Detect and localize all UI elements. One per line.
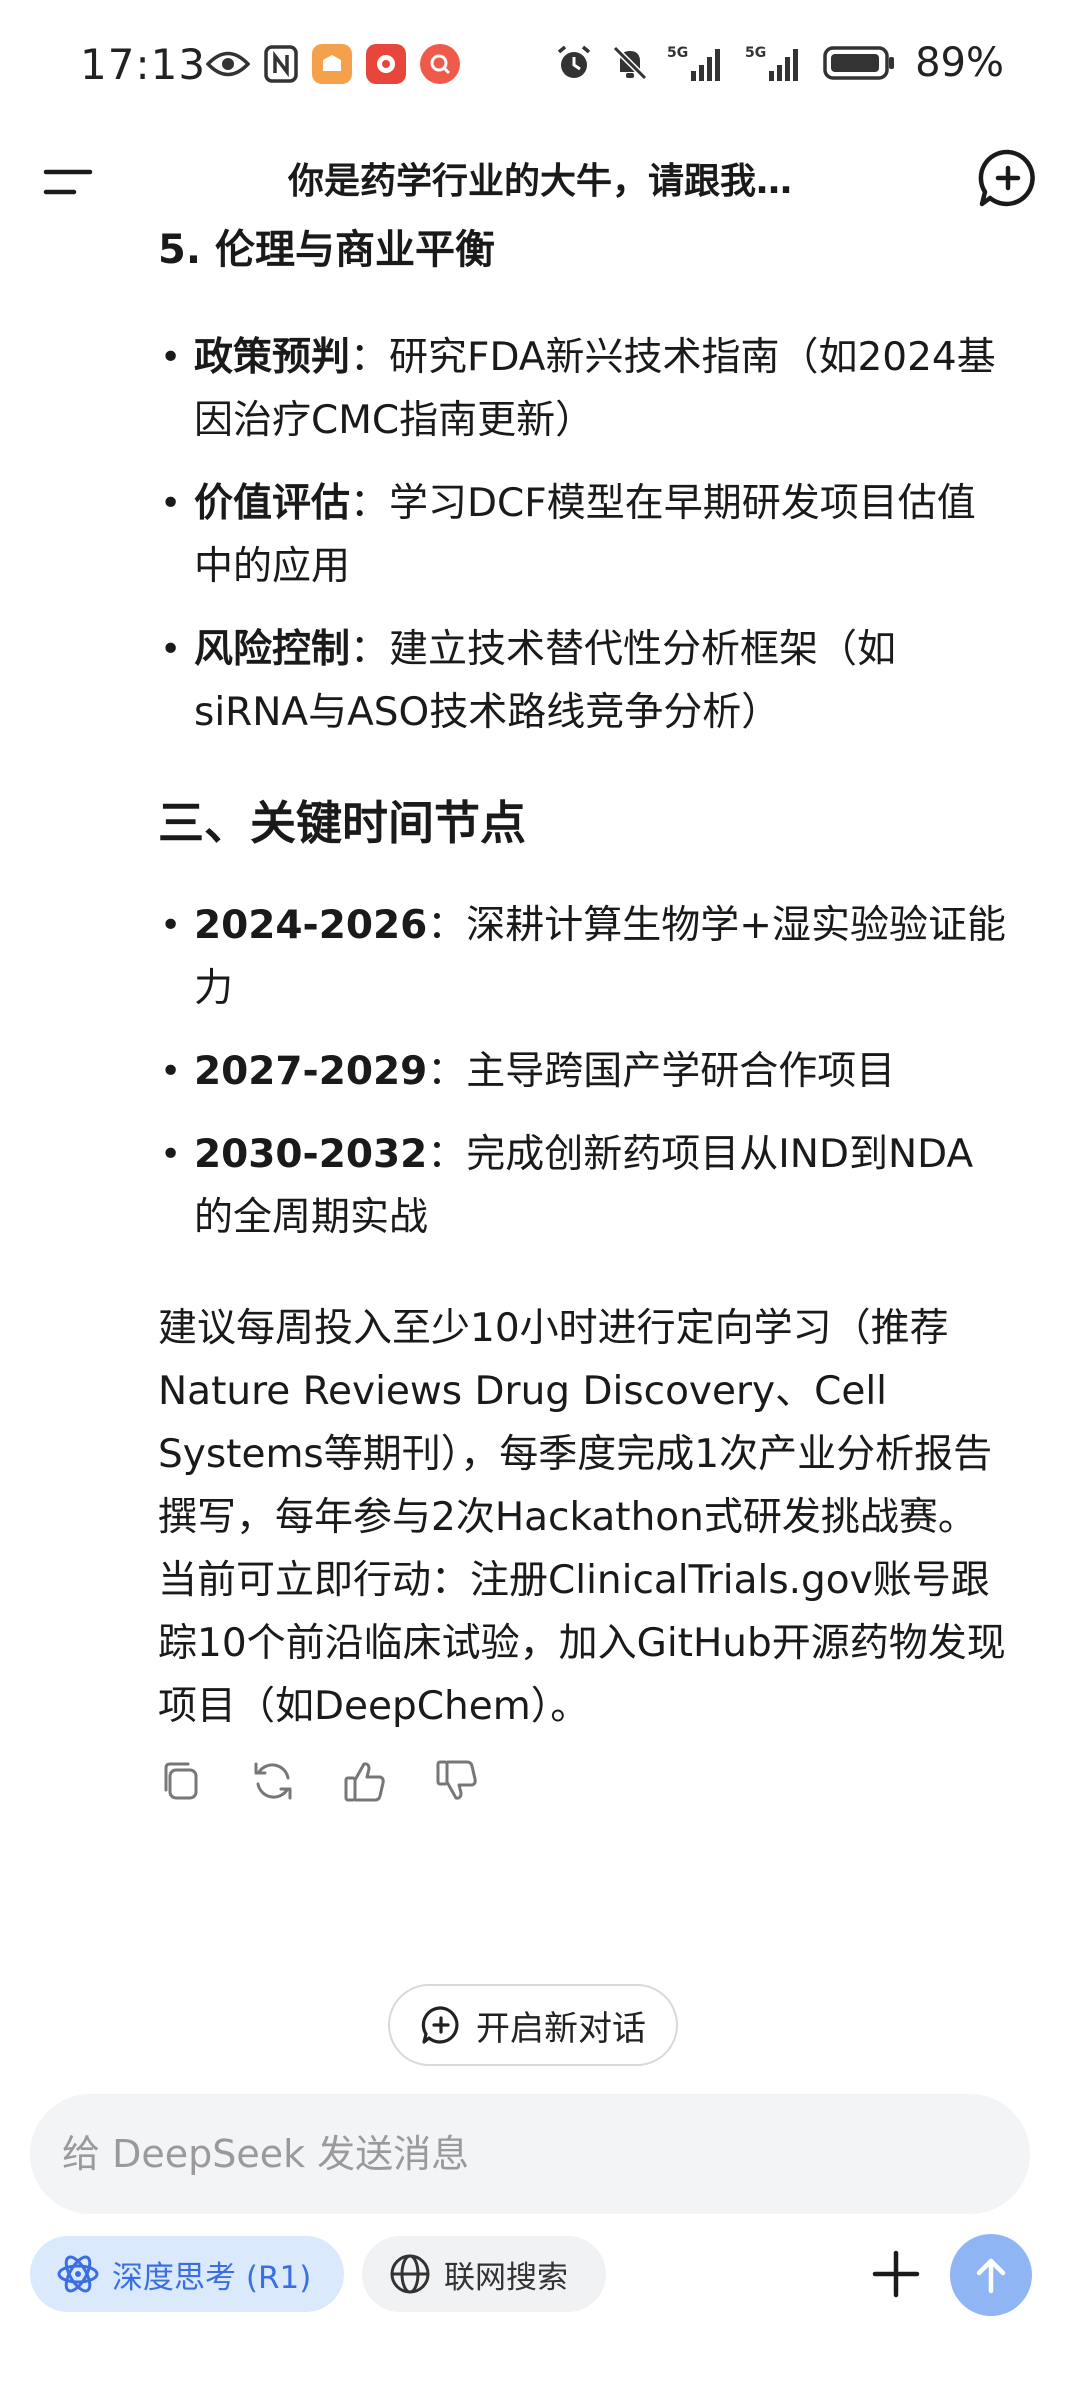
item-separator: ： [350,627,390,672]
atom-icon [57,2255,99,2293]
svg-text:5G: 5G [745,45,766,61]
closing-paragraph: 建议每周投入至少10小时进行定向学习（推荐Nature Reviews Drug… [158,1306,1006,1729]
battery-percentage: 89% [915,40,1004,86]
status-icons-right: 5G 5G 89% [555,40,1004,86]
item-separator: ： [427,903,467,948]
svg-text:5G: 5G [667,45,688,61]
new-chat-icon[interactable] [976,146,1040,210]
attach-button[interactable] [858,2236,934,2312]
eye-icon [206,51,250,77]
item-label: 价值评估 [194,481,351,526]
status-time: 17:13 [80,40,207,89]
item-label: 政策预判 [194,335,351,380]
list-item: 价值评估：学习DCF模型在早期研发项目估值中的应用 [158,472,1008,598]
item-text: 主导跨国产学研合作项目 [466,1049,896,1094]
alarm-icon [557,45,591,78]
nfc-icon [264,45,298,83]
chat-title: 你是药学行业的大牛，请跟我… [287,161,792,202]
ethics-business-list: 政策预判：研究FDA新兴技术指南（如2024基因治疗CMC指南更新） 价值评估：… [158,326,1008,744]
message-actions [158,1758,1008,1804]
item-separator: ： [350,335,390,380]
mute-bell-icon [612,45,648,81]
arrow-up-icon [976,2258,1006,2294]
item-separator: ： [427,1049,467,1094]
new-chat-icon [421,2006,459,2044]
list-item: 2030-2032：完成创新药项目从IND到NDA的全周期实战 [158,1123,1008,1249]
section-heading: 三、关键时间节点 [158,796,526,850]
item-label: 2030-2032 [194,1132,428,1177]
item-label: 风险控制 [194,627,351,672]
list-item: 2027-2029：主导跨国产学研合作项目 [158,1040,1008,1103]
thumbs-up-icon[interactable] [342,1758,388,1804]
list-item: 2024-2026：深耕计算生物学+湿实验验证能力 [158,894,1008,1020]
list-item: 风险控制：建立技术替代性分析框架（如siRNA与ASO技术路线竞争分析） [158,618,1008,744]
regenerate-icon[interactable] [250,1758,296,1804]
item-separator: ： [350,481,390,526]
app-notification-icon [312,44,352,84]
status-bar: 17:13 5G 5G 89% [0,0,1080,130]
deep-think-label: 深度思考 (R1) [112,2259,312,2296]
battery-icon [823,46,895,80]
list-item: 政策预判：研究FDA新兴技术指南（如2024基因治疗CMC指南更新） [158,326,1008,452]
thumbs-down-icon[interactable] [434,1758,480,1804]
item-label: 2024-2026 [194,903,428,948]
status-icons-left [206,44,460,84]
chat-header: 你是药学行业的大牛，请跟我… [0,130,1080,230]
copy-icon[interactable] [158,1758,204,1804]
section-heading: 5. 伦理与商业平衡 [158,227,495,273]
globe-icon [390,2254,430,2294]
item-label: 2027-2029 [194,1049,428,1094]
plus-icon [872,2250,920,2298]
send-button[interactable] [950,2234,1032,2316]
signal-5g-icon: 5G [745,45,799,81]
new-dialog-button[interactable]: 开启新对话 [388,1984,678,2066]
message-input[interactable] [62,2094,992,2214]
assistant-message: 5. 伦理与商业平衡 政策预判：研究FDA新兴技术指南（如2024基因治疗CMC… [158,218,1008,1804]
message-input-container [30,2094,1030,2214]
deep-think-toggle[interactable]: 深度思考 (R1) [30,2236,344,2312]
app-notification-icon [366,44,406,84]
signal-5g-icon: 5G [667,45,721,81]
web-search-toggle[interactable]: 联网搜索 [362,2236,606,2312]
timeline-list: 2024-2026：深耕计算生物学+湿实验验证能力 2027-2029：主导跨国… [158,894,1008,1249]
item-separator: ： [427,1132,467,1177]
web-search-label: 联网搜索 [444,2259,568,2296]
new-dialog-label: 开启新对话 [476,2008,646,2049]
search-app-icon [420,44,460,84]
